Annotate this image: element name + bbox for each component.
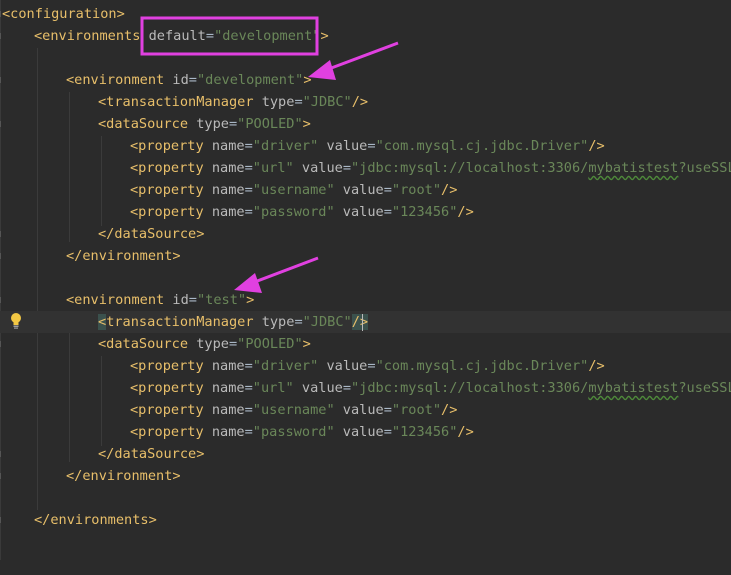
highlight-box [140, 16, 319, 56]
annotation-arrow [234, 256, 319, 293]
code-editor[interactable]: <configuration> <environments default="d… [0, 0, 731, 560]
annotation-overlay [140, 16, 399, 293]
annotation-arrow [308, 41, 399, 80]
